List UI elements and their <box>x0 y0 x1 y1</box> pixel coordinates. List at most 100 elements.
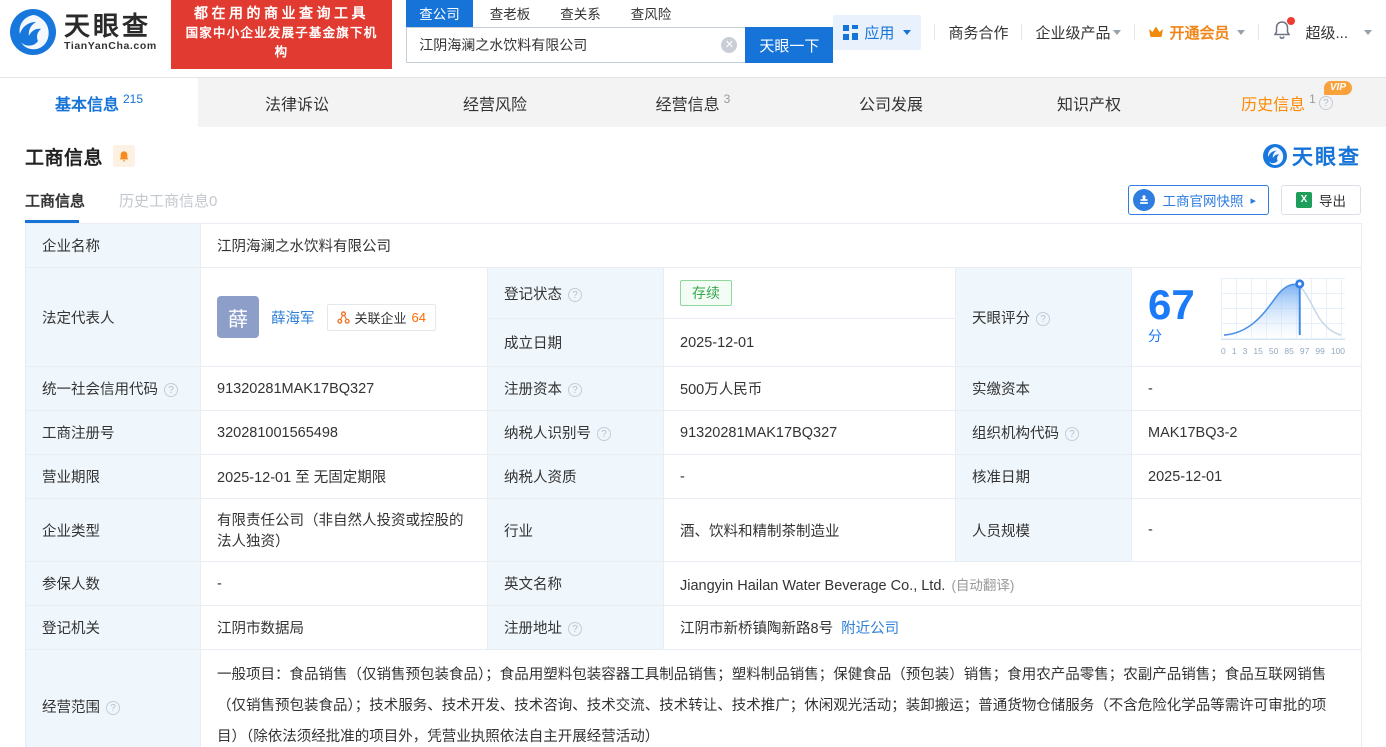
search-input[interactable] <box>419 37 721 53</box>
export-button[interactable]: X 导出 <box>1281 185 1361 215</box>
table-row: 工商注册号 320281001565498 纳税人识别号 91320281MAK… <box>26 411 1362 455</box>
tab-history-info[interactable]: VIP 历史信息 1 <box>1188 78 1386 127</box>
reg-address-label: 注册地址 <box>488 606 664 650</box>
reg-address-value: 江阴市新桥镇陶新路8号 附近公司 <box>664 606 1362 650</box>
search-tab-company[interactable]: 查公司 <box>406 0 473 27</box>
super-vip-menu-item[interactable]: 超级... <box>1305 22 1348 43</box>
tianyancha-logo-icon <box>1263 144 1287 168</box>
taxpayer-id-label: 纳税人识别号 <box>488 411 664 455</box>
help-icon[interactable] <box>1319 96 1333 110</box>
stamp-icon <box>1133 189 1155 211</box>
help-icon[interactable] <box>568 288 582 302</box>
reg-authority-value: 江阴市数据局 <box>201 606 488 650</box>
credit-code-value: 91320281MAK17BQ327 <box>201 367 488 411</box>
table-row: 参保人数 - 英文名称 Jiangyin Hailan Water Bevera… <box>26 562 1362 606</box>
open-vip-menu-item[interactable]: 开通会员 <box>1148 22 1245 43</box>
network-icon <box>337 311 350 324</box>
table-row: 登记机关 江阴市数据局 注册地址 江阴市新桥镇陶新路8号 附近公司 <box>26 606 1362 650</box>
tab-label: 基本信息 <box>55 91 119 115</box>
help-icon[interactable] <box>568 383 582 397</box>
notification-bell-icon[interactable] <box>1272 20 1292 44</box>
english-name-value: Jiangyin Hailan Water Beverage Co., Ltd.… <box>664 562 1362 606</box>
business-scope-value: 一般项目：食品销售（仅销售预包装食品）；食品用塑料包装容器工具制品销售；塑料制品… <box>201 650 1362 747</box>
reg-number-value: 320281001565498 <box>201 411 488 455</box>
table-row: 企业类型 有限责任公司（非自然人投资或控股的法人独资） 行业 酒、饮料和精制茶制… <box>26 499 1362 562</box>
tianyancha-logo[interactable]: 天眼查 TianYanCha.com <box>10 9 157 55</box>
clear-search-icon[interactable]: ✕ <box>721 37 737 53</box>
reg-authority-label: 登记机关 <box>26 606 201 650</box>
tianyancha-logo-icon <box>10 9 56 55</box>
chevron-down-icon <box>1364 30 1372 35</box>
tab-intellectual-property[interactable]: 知识产权 <box>990 78 1188 127</box>
tab-label: 公司发展 <box>859 91 923 115</box>
help-icon[interactable] <box>164 383 178 397</box>
tab-count: 1 <box>1309 92 1316 106</box>
subtab-label: 工商信息 <box>25 193 85 210</box>
help-icon[interactable] <box>1036 312 1050 326</box>
help-icon[interactable] <box>1065 427 1079 441</box>
divider <box>1134 24 1135 40</box>
official-snapshot-button[interactable]: 工商官网快照 ▸ <box>1128 185 1269 215</box>
nearby-companies-link[interactable]: 附近公司 <box>841 621 899 637</box>
subscribe-bell-icon[interactable] <box>113 145 135 167</box>
logo-brand-text: 天眼查 <box>64 12 157 40</box>
subtab-label: 历史工商信息 <box>119 193 209 210</box>
score-label: 天眼评分 <box>956 268 1132 367</box>
tab-label: 知识产权 <box>1057 91 1121 115</box>
top-header: 天眼查 TianYanCha.com 都在用的商业查询工具 国家中小企业发展子基… <box>0 0 1386 64</box>
help-icon[interactable] <box>597 427 611 441</box>
search-tab-relation[interactable]: 查关系 <box>547 0 614 27</box>
subtab-history-business-info[interactable]: 历史工商信息0 <box>119 190 217 223</box>
table-row: 企业名称 江阴海澜之水饮料有限公司 <box>26 224 1362 268</box>
tab-legal-proceedings[interactable]: 法律诉讼 <box>198 78 396 127</box>
table-row: 法定代表人 薛 薛海军 关联企业 64 登记状态 存续 天眼评分 <box>26 268 1362 319</box>
subtab-business-info[interactable]: 工商信息 <box>25 190 85 223</box>
auto-translate-note: (自动翻译) <box>951 578 1014 593</box>
search-tab-risk[interactable]: 查风险 <box>618 0 685 27</box>
help-icon[interactable] <box>568 622 582 636</box>
related-company-count: 64 <box>412 310 426 325</box>
industry-label: 行业 <box>488 499 664 562</box>
enterprise-product-menu-item[interactable]: 企业级产品 <box>1035 22 1121 43</box>
industry-value: 酒、饮料和精制茶制造业 <box>664 499 956 562</box>
paid-capital-label: 实缴资本 <box>956 367 1132 411</box>
paid-capital-value: - <box>1132 367 1362 411</box>
apps-label: 应用 <box>864 22 894 43</box>
tab-company-development[interactable]: 公司发展 <box>792 78 990 127</box>
logo-domain-text: TianYanCha.com <box>64 40 157 52</box>
watermark-brand-text: 天眼查 <box>1292 141 1361 171</box>
section-watermark-logo: 天眼查 <box>1263 141 1361 171</box>
business-coop-menu-item[interactable]: 商务合作 <box>948 22 1008 43</box>
avatar[interactable]: 薛 <box>217 296 259 338</box>
english-name-label: 英文名称 <box>488 562 664 606</box>
score-value: 67分 <box>1148 284 1207 351</box>
table-row: 营业期限 2025-12-01 至 无固定期限 纳税人资质 - 核准日期 202… <box>26 455 1362 499</box>
taxpayer-quality-value: - <box>664 455 956 499</box>
tab-operation-risk[interactable]: 经营风险 <box>396 78 594 127</box>
tab-label: 历史信息 <box>1241 91 1305 115</box>
apps-menu-item[interactable]: 应用 <box>833 15 921 50</box>
help-icon[interactable] <box>106 701 120 715</box>
tab-operation-info[interactable]: 经营信息 3 <box>594 78 792 127</box>
chevron-down-icon <box>1113 30 1121 35</box>
promo-banner-line1: 都在用的商业查询工具 <box>181 3 382 24</box>
arrow-right-icon: ▸ <box>1250 194 1256 207</box>
company-type-value: 有限责任公司（非自然人投资或控股的法人独资） <box>201 499 488 562</box>
insured-count-label: 参保人数 <box>26 562 201 606</box>
tab-basic-info[interactable]: 基本信息 215 <box>0 78 198 127</box>
related-company-label: 关联企业 <box>355 308 407 327</box>
company-name-label: 企业名称 <box>26 224 201 268</box>
search-tab-boss[interactable]: 查老板 <box>477 0 544 27</box>
chevron-down-icon <box>1237 30 1245 35</box>
establish-date-label: 成立日期 <box>488 319 664 367</box>
establish-date-value: 2025-12-01 <box>664 319 956 367</box>
company-type-label: 企业类型 <box>26 499 201 562</box>
legal-rep-name-link[interactable]: 薛海军 <box>271 307 315 328</box>
company-name-value: 江阴海澜之水饮料有限公司 <box>201 224 1362 268</box>
subtab-count: 0 <box>209 193 217 210</box>
related-company-badge[interactable]: 关联企业 64 <box>327 304 436 331</box>
credit-code-label: 统一社会信用代码 <box>26 367 201 411</box>
search-button[interactable]: 天眼一下 <box>745 27 833 63</box>
enterprise-product-label: 企业级产品 <box>1035 22 1110 43</box>
staff-size-label: 人员规模 <box>956 499 1132 562</box>
